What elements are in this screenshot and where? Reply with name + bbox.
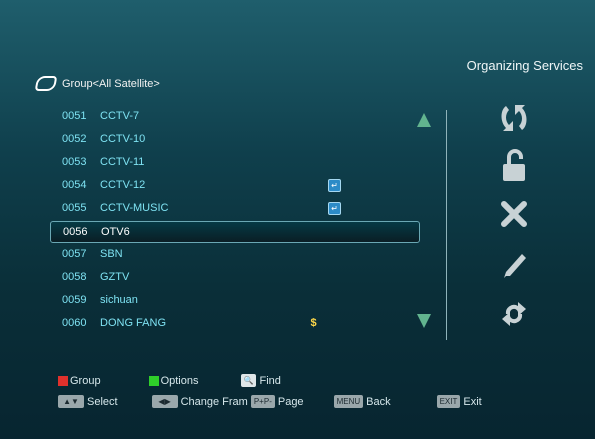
scroll-down-icon[interactable]	[417, 314, 431, 328]
channel-number: 0052	[62, 133, 87, 145]
channel-row[interactable]: 0059 sichuan	[50, 290, 418, 310]
group-hint: Group	[70, 374, 101, 387]
channel-number: 0056	[63, 226, 88, 238]
channel-row[interactable]: 0057 SBN	[50, 244, 418, 264]
channel-name: OTV6	[101, 226, 130, 238]
menu-key: MENU	[333, 395, 364, 408]
channel-name: CCTV-12	[100, 179, 146, 191]
divider	[446, 110, 447, 340]
edit-icon[interactable]	[490, 246, 538, 282]
green-key-icon	[148, 375, 159, 386]
unlock-icon[interactable]	[490, 148, 538, 184]
scrambled-icon: $	[310, 316, 317, 329]
channel-row[interactable]: 0056 OTV6	[50, 221, 420, 243]
page-hint: Page	[277, 395, 304, 408]
move-icon[interactable]	[490, 296, 538, 332]
channel-name: CCTV-10	[100, 133, 146, 145]
channel-name: SBN	[100, 248, 123, 260]
find-key-icon: 🔍	[240, 374, 257, 387]
group-icon	[34, 76, 58, 91]
locked-icon: ↵	[328, 201, 341, 215]
channel-name: DONG FANG	[100, 317, 167, 329]
channel-number: 0059	[62, 294, 87, 306]
group-label: Group<All Satellite>	[62, 77, 160, 90]
channel-row[interactable]: 0052 CCTV-10	[50, 129, 418, 149]
change-hint: Change Fram	[180, 395, 248, 408]
channel-row[interactable]: 0053 CCTV-11	[50, 152, 418, 172]
sort-icon[interactable]	[490, 100, 538, 136]
back-hint: Back	[366, 395, 391, 408]
channel-row[interactable]: 0051 CCTV-7	[50, 106, 418, 126]
find-hint: Find	[259, 374, 281, 387]
scroll-up-icon[interactable]	[417, 113, 431, 127]
channel-number: 0060	[62, 317, 87, 329]
screen-title: Organizing Services	[466, 58, 583, 73]
group-header[interactable]: Group<All Satellite>	[34, 76, 160, 91]
select-hint: Select	[87, 395, 118, 408]
exit-key: EXIT	[436, 395, 461, 408]
channel-row[interactable]: 0054 CCTV-12 ↵	[50, 175, 418, 195]
locked-icon: ↵	[328, 178, 341, 192]
channel-row[interactable]: 0055 CCTV-MUSIC ↵	[50, 198, 418, 218]
channel-number: 0055	[62, 202, 87, 214]
channel-name: CCTV-7	[100, 110, 140, 122]
leftright-key-icon: ◀▶	[151, 395, 178, 408]
channel-number: 0053	[62, 156, 87, 168]
channel-row[interactable]: 0058 GZTV	[50, 267, 418, 287]
options-hint: Options	[160, 374, 199, 387]
channel-name: CCTV-MUSIC	[100, 202, 169, 214]
channel-number: 0057	[62, 248, 87, 260]
channel-number: 0054	[62, 179, 87, 191]
channel-name: GZTV	[100, 271, 130, 283]
page-key: P+P-	[250, 395, 275, 408]
channel-row[interactable]: 0060 DONG FANG $	[50, 313, 418, 333]
updown-key-icon: ▲▼	[58, 395, 84, 408]
channel-name: CCTV-11	[100, 156, 145, 168]
channel-number: 0051	[62, 110, 87, 122]
delete-icon[interactable]	[490, 196, 538, 232]
exit-hint: Exit	[463, 395, 482, 408]
red-key-icon	[58, 375, 68, 386]
channel-name: sichuan	[100, 294, 138, 306]
channel-number: 0058	[62, 271, 87, 283]
